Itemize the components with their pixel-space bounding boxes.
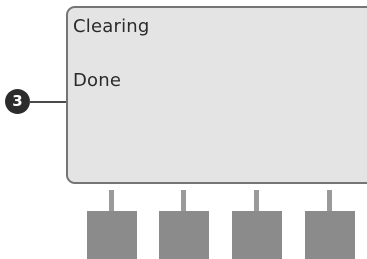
soft-key-2-button[interactable] bbox=[159, 211, 209, 259]
callout-leader-line bbox=[29, 101, 66, 103]
soft-key-2-stem bbox=[181, 190, 186, 211]
callout-number-badge: 3 bbox=[5, 89, 30, 114]
soft-key-3-button[interactable] bbox=[232, 211, 282, 259]
soft-key-4-stem bbox=[327, 190, 332, 211]
lcd-display: Clearing Done bbox=[66, 6, 367, 184]
display-line-clearing: Clearing bbox=[73, 16, 150, 37]
soft-key-1-button[interactable] bbox=[87, 211, 137, 259]
soft-key-1-stem bbox=[109, 190, 114, 211]
soft-key-3-stem bbox=[254, 190, 259, 211]
soft-key-4-button[interactable] bbox=[305, 211, 355, 259]
display-line-done: Done bbox=[73, 70, 122, 91]
